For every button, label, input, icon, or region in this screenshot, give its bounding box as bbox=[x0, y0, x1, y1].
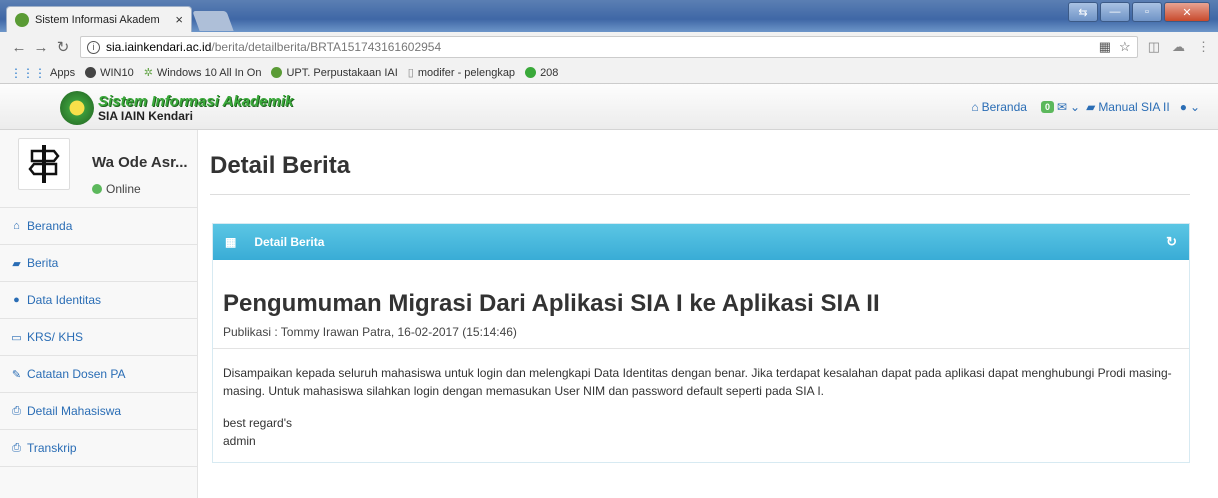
nav-messages-dropdown[interactable]: 0 ✉ ⌄ bbox=[1040, 100, 1081, 114]
reload-icon[interactable]: ↻ bbox=[52, 38, 74, 56]
bookmark-favicon-icon bbox=[525, 67, 537, 78]
new-tab-button[interactable] bbox=[192, 11, 234, 31]
message-count-badge: 0 bbox=[1040, 101, 1054, 113]
print-icon: ⎙ bbox=[12, 441, 21, 454]
news-title: Pengumuman Migrasi Dari Aplikasi SIA I k… bbox=[223, 290, 880, 317]
extension-icon[interactable]: ◫ bbox=[1148, 39, 1160, 55]
bookmark-favicon-icon bbox=[271, 67, 283, 78]
brand-title: Sistem Informasi Akademik bbox=[98, 92, 294, 110]
bookmark-modifer[interactable]: ▯ modifer - pelengkap bbox=[407, 66, 515, 80]
nav-manual-link[interactable]: ▰ Manual SIA II bbox=[1086, 100, 1170, 114]
browser-tab[interactable]: Sistem Informasi Akadem × bbox=[6, 6, 192, 32]
bookmark-apps[interactable]: ⋮⋮⋮ Apps bbox=[10, 66, 75, 80]
news-publication-info: Publikasi : Tommy Irawan Patra, 16-02-20… bbox=[223, 325, 517, 339]
extension-cloud-icon[interactable]: ☁ bbox=[1172, 39, 1185, 55]
window-controls: ⇆ — ▫ ✕ bbox=[1068, 2, 1210, 22]
news-body: Disampaikan kepada seluruh mahasiswa unt… bbox=[223, 364, 1179, 450]
tab-close-icon[interactable]: × bbox=[175, 12, 183, 27]
nav-home-link[interactable]: ⌂ Beranda bbox=[971, 100, 1027, 114]
url-host: sia.iainkendari.ac.id bbox=[106, 40, 212, 54]
sidebar-item-krs-khs[interactable]: ▭ KRS/ KHS bbox=[0, 319, 197, 356]
sidebar-item-transkrip[interactable]: ⎙ Transkrip bbox=[0, 430, 197, 467]
user-name: Wa Ode Asr... bbox=[92, 154, 188, 171]
book-icon: ▰ bbox=[12, 257, 21, 270]
brand-subtitle: SIA IAIN Kendari bbox=[98, 108, 193, 123]
chevron-down-icon: ⌄ bbox=[1070, 100, 1081, 114]
window-restore-icon[interactable]: ⇆ bbox=[1068, 2, 1098, 22]
iain-logo-icon bbox=[60, 91, 94, 125]
online-status-icon bbox=[92, 184, 102, 194]
brand-logo-link[interactable]: Sistem Informasi Akademik SIA IAIN Kenda… bbox=[60, 91, 293, 125]
window-minimize-button[interactable]: — bbox=[1100, 2, 1130, 22]
chevron-down-icon: ⌄ bbox=[1189, 100, 1200, 114]
brand-text: Sistem Informasi Akademik SIA IAIN Kenda… bbox=[98, 92, 294, 123]
main-content: Detail Berita ▦ Detail Berita ↻ Pengumum… bbox=[198, 130, 1218, 498]
bookmark-perpustakaan[interactable]: UPT. Perpustakaan IAI bbox=[271, 67, 398, 79]
user-icon: ● bbox=[13, 294, 20, 306]
nav-user-dropdown[interactable]: ● ⌄ bbox=[1180, 100, 1200, 114]
news-regards: best regard's bbox=[223, 416, 292, 430]
panel-title: Detail Berita bbox=[254, 235, 325, 249]
sidebar-item-detail-mahasiswa[interactable]: ⎙ Detail Mahasiswa bbox=[0, 393, 197, 430]
print-icon: ⎙ bbox=[12, 404, 21, 417]
bookmark-win10[interactable]: WIN10 bbox=[85, 67, 134, 79]
book-icon: ▰ bbox=[1086, 100, 1096, 114]
bookmark-windows10[interactable]: ✲ Windows 10 All In On bbox=[143, 66, 262, 80]
app-navbar: Sistem Informasi Akademik SIA IAIN Kenda… bbox=[0, 84, 1218, 130]
extension-icons: ◫ ☁ ⋮ bbox=[1148, 39, 1210, 55]
page-icon: ▯ bbox=[407, 67, 414, 79]
back-arrow-icon[interactable]: ← bbox=[8, 39, 30, 56]
page-title: Detail Berita bbox=[210, 152, 351, 179]
refresh-icon[interactable]: ↻ bbox=[1166, 234, 1177, 250]
browser-menu-icon[interactable]: ⋮ bbox=[1197, 39, 1210, 55]
sidebar: Wa Ode Asr... Online ⌂ Beranda ▰ Berita … bbox=[0, 130, 198, 498]
table-grid-icon: ▦ bbox=[225, 235, 237, 249]
panel-heading: ▦ Detail Berita ↻ bbox=[213, 224, 1189, 260]
navbar-right: ⌂ Beranda 0 ✉ ⌄ ▰ Manual SIA II ● ⌄ bbox=[971, 100, 1200, 114]
gear-flower-icon: ✲ bbox=[143, 67, 153, 79]
omnibox-actions: ▦ ☆ bbox=[1099, 39, 1131, 55]
sidebar-item-data-identitas[interactable]: ● Data Identitas bbox=[0, 282, 197, 319]
window-titlebar: Sistem Informasi Akadem × ⇆ — ▫ ✕ bbox=[0, 0, 1218, 32]
news-signature: admin bbox=[223, 434, 256, 448]
home-icon: ⌂ bbox=[971, 100, 979, 114]
edit-icon: ✎ bbox=[11, 368, 22, 381]
tab-title: Sistem Informasi Akadem bbox=[35, 13, 160, 26]
url-input[interactable]: i sia.iainkendari.ac.id /berita/detailbe… bbox=[80, 36, 1138, 58]
address-bar: ← → ↻ i sia.iainkendari.ac.id /berita/de… bbox=[0, 32, 1218, 62]
signpost-icon bbox=[28, 145, 60, 183]
sidebar-item-catatan-dosen-pa[interactable]: ✎ Catatan Dosen PA bbox=[0, 356, 197, 393]
news-panel: ▦ Detail Berita ↻ Pengumuman Migrasi Dar… bbox=[212, 223, 1190, 463]
sidebar-item-berita[interactable]: ▰ Berita bbox=[0, 245, 197, 282]
envelope-icon: ✉ bbox=[1056, 100, 1068, 114]
bookmark-star-icon[interactable]: ☆ bbox=[1119, 39, 1131, 55]
news-divider bbox=[213, 348, 1189, 349]
bookmark-favicon-icon bbox=[85, 67, 97, 78]
url-path: /berita/detailberita/BRTA151743161602954 bbox=[211, 40, 442, 54]
folder-open-icon: ▭ bbox=[11, 331, 22, 344]
window-close-button[interactable]: ✕ bbox=[1164, 2, 1210, 22]
bookmarks-bar: ⋮⋮⋮ Apps WIN10 ✲ Windows 10 All In On UP… bbox=[0, 62, 1218, 84]
title-divider bbox=[210, 194, 1190, 195]
translate-icon[interactable]: ▦ bbox=[1099, 39, 1111, 55]
user-icon: ● bbox=[1179, 100, 1187, 114]
window-maximize-button[interactable]: ▫ bbox=[1132, 2, 1162, 22]
user-panel: Wa Ode Asr... Online bbox=[0, 130, 197, 208]
forward-arrow-icon[interactable]: → bbox=[30, 39, 52, 56]
site-favicon-icon bbox=[15, 12, 29, 27]
user-status: Online bbox=[92, 182, 141, 196]
site-info-icon[interactable]: i bbox=[87, 40, 100, 54]
news-paragraph: Disampaikan kepada seluruh mahasiswa unt… bbox=[223, 366, 1172, 398]
home-icon: ⌂ bbox=[13, 220, 20, 232]
avatar bbox=[18, 138, 70, 190]
sidebar-item-beranda[interactable]: ⌂ Beranda bbox=[0, 208, 197, 245]
bookmark-208[interactable]: 208 bbox=[525, 67, 558, 79]
apps-grid-icon: ⋮⋮⋮ bbox=[10, 65, 46, 80]
